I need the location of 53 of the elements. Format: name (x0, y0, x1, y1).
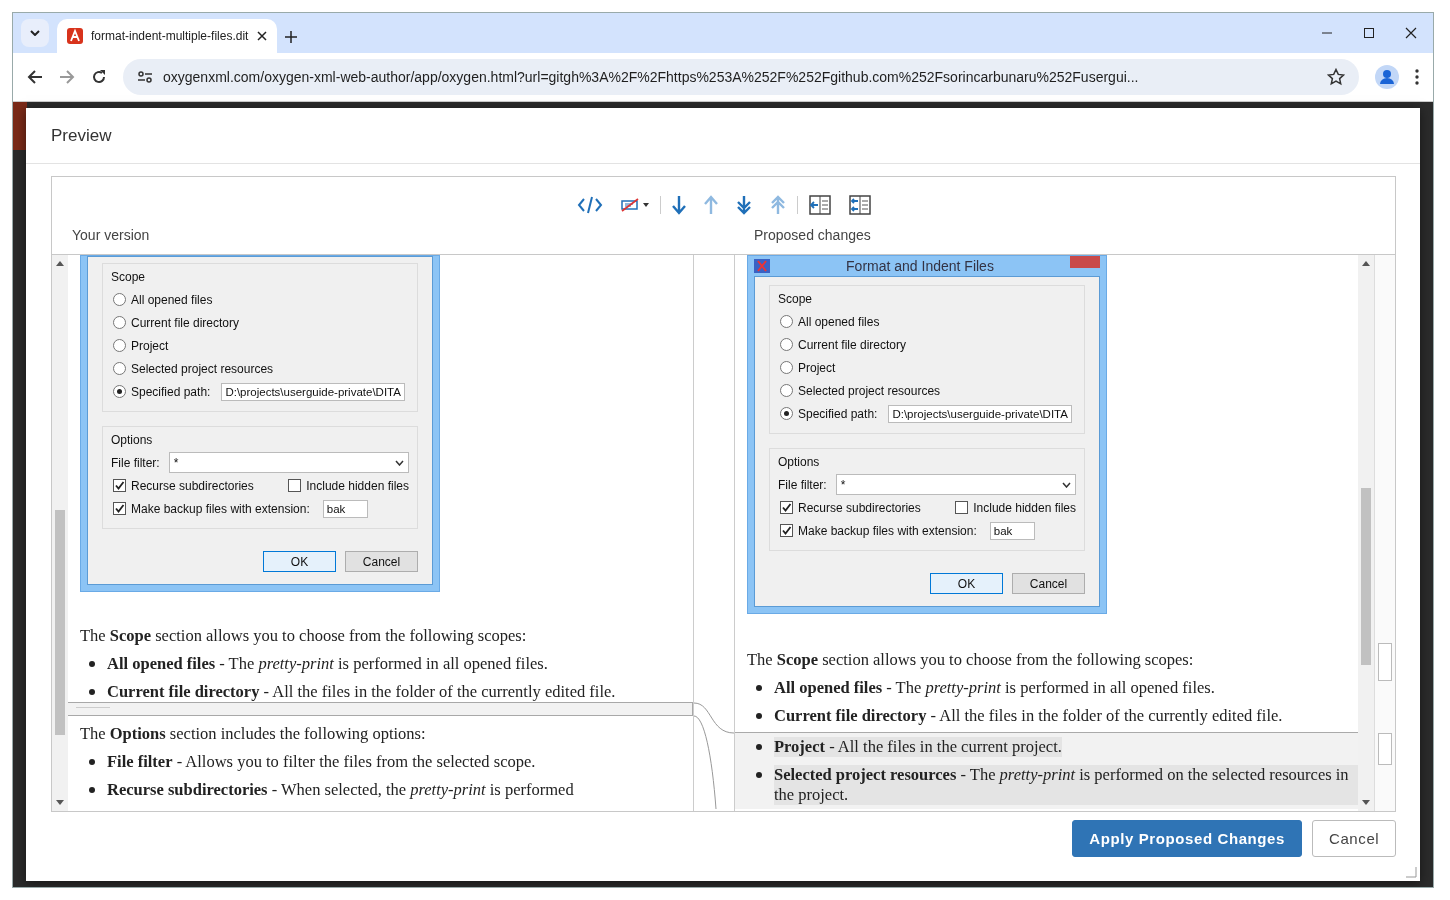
ok-button[interactable]: OK (930, 573, 1003, 594)
option-label: Project (131, 338, 169, 353)
checkbox-label: Make backup files with extension: (131, 501, 310, 516)
paragraph: The Options section includes the following options: (80, 724, 427, 744)
window-title: Format and Indent Files (845, 258, 995, 274)
option-label: Specified path: (131, 384, 211, 399)
address-bar[interactable]: oxygenxml.com/oxygen-xml-web-author/app/oxygen.html?url=gitgh%3A%2F%2Fhttps%253A%252F%252Fgithub.com%252Fsorincarbunaru%252Fusergui... (123, 59, 1359, 95)
pane-label: Proposed changes (754, 227, 871, 243)
group-label: Scope (778, 292, 814, 306)
list-item-text: File filter - Allows you to filter the files from the selected scope. (107, 752, 536, 772)
list-item-text: Recurse subdirectories - When selected, the pretty-print is performed (107, 780, 574, 800)
paragraph: The Scope section allows you to choose from the following scopes: (747, 650, 1195, 670)
path-field[interactable]: D:\projects\userguide-private\DITA (221, 382, 405, 401)
cancel-button[interactable]: Cancel (1012, 573, 1085, 594)
checkbox-label: Recurse subdirectories (798, 500, 921, 515)
list-item-text: Selected project resources - The pretty-print is performed on the selected resources in the project. (774, 765, 1358, 805)
field-label: File filter: (111, 455, 160, 470)
list-item-text: All opened files - The pretty-print is performed in all opened files. (774, 678, 1215, 698)
checkbox-label: Include hidden files (973, 500, 1076, 515)
extension-field[interactable]: bak (322, 499, 368, 518)
field-label: File filter: (778, 477, 827, 492)
list-item-text: Project - All the files in the current project. (774, 737, 1062, 757)
path-field[interactable]: D:\projects\userguide-private\DITA (888, 404, 1072, 423)
option-label: All opened files (131, 292, 213, 307)
extension-field[interactable]: bak (989, 521, 1035, 540)
list-item-text: All opened files - The pretty-print is performed in all opened files. (107, 654, 548, 674)
file-filter-dropdown[interactable]: * (168, 452, 409, 473)
apply-button[interactable]: Apply Proposed Changes (1072, 820, 1302, 857)
option-label: Current file directory (798, 337, 907, 352)
cancel-button[interactable]: Cancel (1312, 820, 1396, 857)
url-text: oxygenxml.com/oxygen-xml-web-author/app/oxygen.html?url=gitgh%3A%2F%2Fhttps%253A%252F%252Fgithub.com%252Fsorincarbunaru%252Fusergui... (163, 69, 1140, 85)
cancel-button[interactable]: Cancel (345, 551, 418, 572)
tab-title: format-indent-multiple-files.dit (91, 29, 249, 43)
option-label: Selected project resources (798, 383, 941, 398)
browser-tab[interactable]: format-indent-multiple-files.dit (57, 19, 277, 53)
list-item-text: Current file directory - All the files in the folder of the currently edited file. (107, 682, 616, 702)
checkbox-label: Include hidden files (306, 478, 409, 493)
checkbox-label: Recurse subdirectories (131, 478, 254, 493)
option-label: Selected project resources (131, 361, 274, 376)
file-filter-dropdown[interactable]: * (835, 474, 1076, 495)
option-label: Current file directory (131, 315, 240, 330)
checkbox-label: Make backup files with extension: (798, 523, 977, 538)
list-item-text: Current file directory - All the files in the folder of the currently edited file. (774, 706, 1283, 726)
ok-button[interactable]: OK (263, 551, 336, 572)
option-label: Specified path: (798, 406, 878, 421)
dialog-title: Preview (51, 125, 112, 146)
option-label: All opened files (798, 314, 880, 329)
paragraph: The Scope section allows you to choose from the following scopes: (80, 626, 528, 646)
group-label: Options (778, 455, 821, 469)
group-label: Scope (111, 270, 147, 284)
group-label: Options (111, 433, 154, 447)
option-label: Project (798, 360, 836, 375)
pane-label: Your version (72, 227, 151, 243)
